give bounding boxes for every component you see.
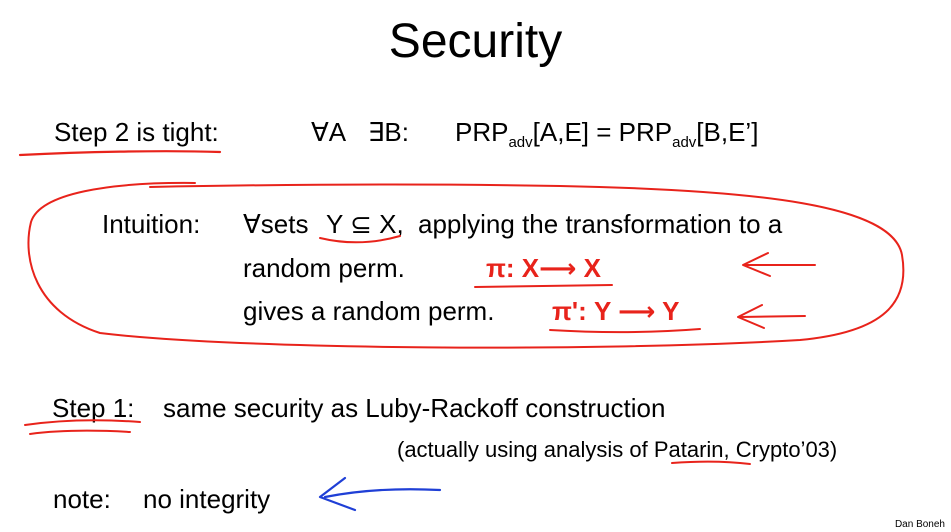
patarin: Patarin <box>653 437 724 462</box>
note-text: no integrity <box>143 484 271 514</box>
perm-x-to-x: π: X⟶ X <box>486 253 601 283</box>
intuition-sets: Y ⊆ X, <box>326 209 404 239</box>
step2-underline <box>18 150 222 157</box>
no-integrity-arrow <box>318 476 442 512</box>
eq-lhs-sub: adv <box>508 134 533 151</box>
step1-note-suffix: , Crypto’03) <box>723 437 838 462</box>
intuition-line1-prefix: ∀sets <box>243 209 309 239</box>
exists-b: ∃B: <box>368 117 409 147</box>
intuition-line2: random perm. <box>243 253 405 283</box>
step1-text: same security as Luby-Rackoff constructi… <box>163 393 666 423</box>
eq-lhs-prefix: PRP <box>455 117 509 147</box>
note-label: note: <box>53 484 111 514</box>
step1-label: Step 1: <box>52 393 135 423</box>
arrow-perm1 <box>742 252 816 277</box>
step2-label: Step 2 is tight: <box>54 117 219 147</box>
intuition-label: Intuition: <box>102 209 201 239</box>
prp-equation: PRPadv[A,E] = PRPadv[B,E’] <box>455 117 759 151</box>
perm-y-to-y: π': Y ⟶ Y <box>552 296 680 326</box>
intuition-line1-suffix: applying the transformation to a <box>418 209 783 239</box>
eq-lhs-args: [A,E] = PRP <box>532 117 673 147</box>
intuition-line3: gives a random perm. <box>243 296 495 326</box>
eq-rhs-args: [B,E’] <box>696 117 759 147</box>
arrow-perm2 <box>737 304 806 329</box>
perm2-underline <box>549 328 701 334</box>
perm1-underline <box>474 284 613 288</box>
author-credit: Dan Boneh <box>894 519 945 530</box>
step1-note: (actually using analysis of Patarin, Cry… <box>397 437 837 463</box>
page-title: Security <box>388 15 563 68</box>
forall-a: ∀A <box>311 117 347 147</box>
step1-note-prefix: (actually using analysis of <box>397 437 648 462</box>
eq-rhs-sub: adv <box>672 134 697 151</box>
